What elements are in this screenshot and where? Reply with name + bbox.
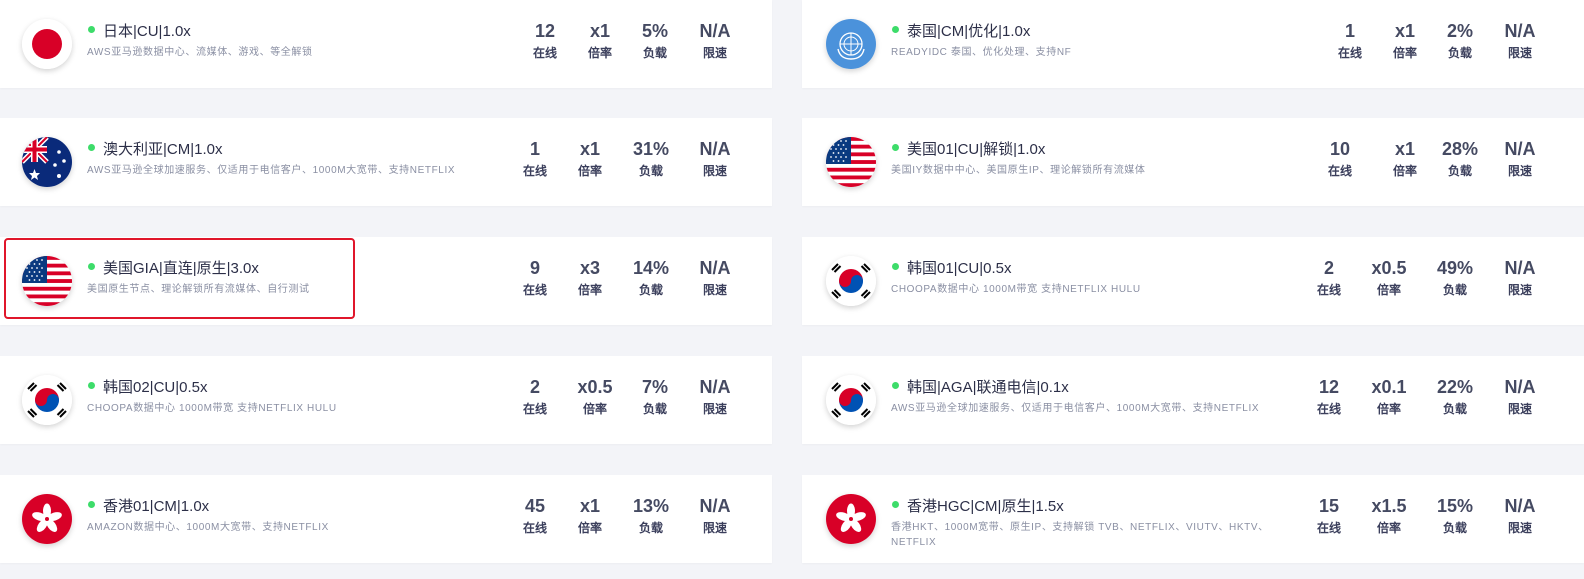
node-name: 韩国01|CU|0.5x: [907, 260, 1012, 277]
korea-flag-icon: [826, 375, 876, 425]
node-description: 香港HKT、1000M宽带、原生IP、支持解锁 TVB、NETFLIX、VIUT…: [891, 522, 1269, 548]
online-status-dot: [88, 382, 95, 389]
rate-stat: x1.5 倍率: [1371, 496, 1407, 535]
load-stat: 13% 负载: [632, 496, 670, 535]
node-description: AWS亚马逊全球加速服务、仅适用于电信客户、1000M大宽带、支持NETFLIX: [87, 165, 456, 176]
load-stat: 14% 负载: [632, 258, 670, 297]
korea-flag-icon: [826, 256, 876, 306]
node-name: 日本|CU|1.0x: [103, 23, 191, 40]
speed-stat: N/A 限速: [1504, 139, 1536, 178]
rate-stat: x0.5 倍率: [1371, 258, 1407, 297]
un-flag-icon: [826, 19, 876, 69]
node-name: 泰国|CM|优化|1.0x: [907, 23, 1031, 40]
online-status-dot: [88, 26, 95, 33]
load-stat: 15% 负载: [1436, 496, 1474, 535]
speed-stat: N/A 限速: [699, 496, 731, 535]
server-node-card[interactable]: 香港HGC|CM|原生|1.5x 香港HKT、1000M宽带、原生IP、支持解锁…: [802, 475, 1584, 563]
online-status-dot: [892, 501, 899, 508]
server-node-card[interactable]: 日本|CU|1.0x AWS亚马逊数据中心、流媒体、游戏、等全解锁 12 在线 x…: [0, 0, 772, 88]
online-stat: 10 在线: [1327, 139, 1352, 178]
server-node-card[interactable]: 韩国|AGA|联通电信|0.1x AWS亚马逊全球加速服务、仅适用于电信客户、1…: [802, 356, 1584, 444]
server-node-card[interactable]: 澳大利亚|CM|1.0x AWS亚马逊全球加速服务、仅适用于电信客户、1000M…: [0, 118, 772, 206]
rate-stat: x0.1 倍率: [1371, 377, 1407, 416]
server-node-card[interactable]: 美国01|CU|解锁|1.0x 美国IY数据中中心、美国原生IP、理论解锁所有流…: [802, 118, 1584, 206]
online-status-dot: [88, 144, 95, 151]
speed-stat: N/A 限速: [699, 258, 731, 297]
node-description: AWS亚马逊全球加速服务、仅适用于电信客户、1000M大宽带、支持NETFLIX: [891, 403, 1260, 414]
node-description: READYIDC 泰国、优化处理、支持NF: [891, 47, 1072, 58]
selected-node-highlight: [4, 238, 355, 319]
online-status-dot: [892, 26, 899, 33]
load-stat: 49% 负载: [1436, 258, 1474, 297]
server-node-card[interactable]: 韩国01|CU|0.5x CHOOPA数据中心 1000M带宽 支持NETFLI…: [802, 237, 1584, 325]
node-name: 香港HGC|CM|原生|1.5x: [907, 498, 1064, 515]
online-status-dot: [892, 263, 899, 270]
speed-stat: N/A 限速: [1504, 377, 1536, 416]
node-description: AMAZON数据中心、1000M大宽带、支持NETFLIX: [87, 522, 329, 533]
hongkong-flag-icon: [22, 494, 72, 544]
online-status-dot: [892, 144, 899, 151]
rate-stat: x3 倍率: [577, 258, 602, 297]
japan-flag-icon: [22, 19, 72, 69]
speed-stat: N/A 限速: [699, 377, 731, 416]
speed-stat: N/A 限速: [1504, 258, 1536, 297]
node-name: 香港01|CM|1.0x: [103, 498, 210, 515]
australia-flag-icon: [22, 137, 72, 187]
node-description: 美国IY数据中中心、美国原生IP、理论解锁所有流媒体: [891, 165, 1146, 176]
node-name: 美国01|CU|解锁|1.0x: [907, 141, 1046, 158]
server-node-card[interactable]: 韩国02|CU|0.5x CHOOPA数据中心 1000M带宽 支持NETFLI…: [0, 356, 772, 444]
node-name: 韩国|AGA|联通电信|0.1x: [907, 379, 1069, 396]
usa-flag-icon: [826, 137, 876, 187]
server-node-card[interactable]: 泰国|CM|优化|1.0x READYIDC 泰国、优化处理、支持NF 1 在线 …: [802, 0, 1584, 88]
load-stat: 22% 负载: [1436, 377, 1474, 416]
server-node-card[interactable]: 香港01|CM|1.0x AMAZON数据中心、1000M大宽带、支持NETFL…: [0, 475, 772, 563]
node-name: 澳大利亚|CM|1.0x: [103, 141, 223, 158]
online-status-dot: [892, 382, 899, 389]
speed-stat: N/A 限速: [699, 139, 731, 178]
node-description: CHOOPA数据中心 1000M带宽 支持NETFLIX HULU: [87, 403, 337, 414]
node-name: 韩国02|CU|0.5x: [103, 379, 208, 396]
node-description: CHOOPA数据中心 1000M带宽 支持NETFLIX HULU: [891, 284, 1141, 295]
online-status-dot: [88, 501, 95, 508]
rate-stat: x1 倍率: [577, 496, 602, 535]
load-stat: 31% 负载: [632, 139, 670, 178]
hongkong-flag-icon: [826, 494, 876, 544]
speed-stat: N/A 限速: [1504, 21, 1536, 60]
speed-stat: N/A 限速: [1504, 496, 1536, 535]
speed-stat: N/A 限速: [699, 21, 731, 60]
rate-stat: x1 倍率: [577, 139, 602, 178]
korea-flag-icon: [22, 375, 72, 425]
node-description: AWS亚马逊数据中心、流媒体、游戏、等全解锁: [87, 47, 313, 58]
